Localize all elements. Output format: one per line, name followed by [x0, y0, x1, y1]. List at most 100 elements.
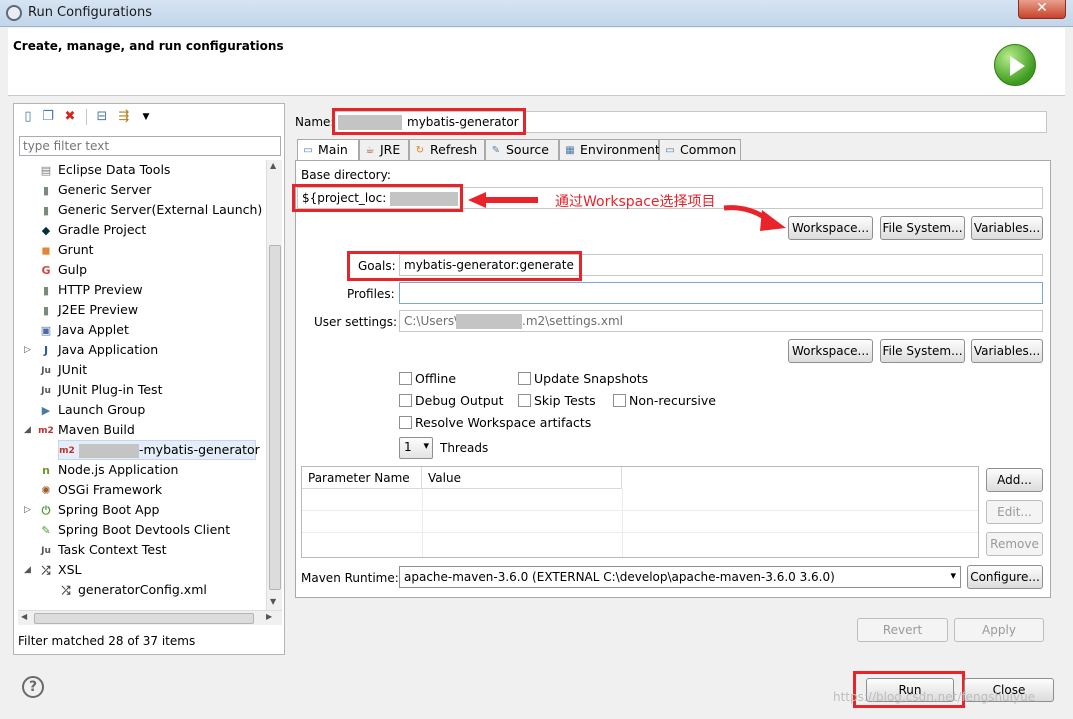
chevron-down-icon[interactable]: ▼	[138, 109, 154, 125]
maven-runtime-select[interactable]: apache-maven-3.6.0 (EXTERNAL C:\develop\…	[399, 566, 961, 588]
common-icon: ▭	[665, 144, 675, 156]
tree-item[interactable]: Ju JUnit Plug-in Test	[38, 380, 162, 400]
profiles-field[interactable]	[399, 282, 1043, 304]
param-name-header[interactable]: Parameter Name	[302, 467, 422, 489]
add-parameter-button[interactable]: Add...	[986, 468, 1043, 492]
tree-item[interactable]: ✎ Spring Boot Devtools Client	[38, 520, 230, 540]
duplicate-config-icon[interactable]: ❐	[40, 109, 56, 125]
spring-devtools-icon: ✎	[41, 523, 51, 537]
tab-common[interactable]: ▭ Common	[659, 139, 741, 160]
tree-item[interactable]: Ju JUnit	[38, 360, 87, 380]
scroll-up-icon[interactable]: ▲	[270, 161, 276, 170]
vertical-scroll-thumb[interactable]	[269, 245, 281, 590]
user-settings-suffix: .m2\settings.xml	[522, 314, 623, 328]
tree-item-label: JUnit Plug-in Test	[58, 382, 163, 397]
tree-item[interactable]: ▤ Eclipse Data Tools	[38, 160, 171, 180]
tree-item[interactable]: G Gulp	[38, 260, 87, 280]
tree-item[interactable]: Ju Task Context Test	[38, 540, 166, 560]
table-row	[302, 534, 978, 555]
variables-button[interactable]: Variables...	[971, 216, 1043, 240]
tree-item[interactable]: m2 Maven Build	[38, 420, 135, 440]
tree-item[interactable]: ▣ Java Applet	[38, 320, 129, 340]
base-directory-label: Base directory:	[301, 168, 391, 182]
highlight-base-directory	[292, 184, 463, 212]
tree-item-label: Grunt	[58, 242, 94, 257]
tree-vertical-scrollbar[interactable]: ▲ ▼	[266, 160, 282, 610]
tree-expander-icon[interactable]: ◢	[24, 420, 34, 440]
toolbar-divider	[86, 109, 87, 125]
workspace-button[interactable]: Workspace...	[788, 216, 873, 240]
tab-source[interactable]: ✎ Source	[485, 139, 559, 160]
tree-item[interactable]: ⤮ XSL	[38, 560, 82, 580]
delete-config-icon[interactable]: ✖	[62, 109, 78, 125]
tree-item-label: Generic Server(External Launch)	[58, 202, 263, 217]
filter-status: Filter matched 28 of 37 items	[18, 634, 196, 648]
help-icon[interactable]: ?	[22, 676, 44, 698]
scroll-right-icon[interactable]: ▶	[266, 612, 272, 621]
remove-parameter-button[interactable]: Remove	[986, 532, 1043, 556]
threads-select[interactable]: 1	[399, 437, 433, 459]
checkbox-box	[399, 416, 412, 429]
skip-tests-checkbox[interactable]: Skip Tests	[518, 393, 596, 408]
non-recursive-checkbox[interactable]: Non-recursive	[613, 393, 716, 408]
collapse-all-icon[interactable]: ⊟	[94, 109, 110, 125]
tree-item[interactable]: J Java Application	[38, 340, 158, 360]
window-title: Run Configurations	[28, 5, 152, 20]
nodejs-icon: n	[42, 463, 50, 477]
tree-item[interactable]: ✺ OSGi Framework	[38, 480, 162, 500]
file-system-button-2[interactable]: File System...	[880, 339, 965, 363]
header-banner: Create, manage, and run configurations	[8, 28, 1065, 96]
workspace-button-2[interactable]: Workspace...	[788, 339, 873, 363]
param-value-header[interactable]: Value	[422, 467, 622, 489]
tree-expander-icon[interactable]: ◢	[24, 560, 34, 580]
tree-horizontal-scrollbar[interactable]: ◀ ▶	[18, 610, 282, 625]
scroll-down-icon[interactable]: ▼	[270, 597, 276, 606]
user-settings-prefix: C:\Users\	[404, 314, 459, 328]
checkbox-box	[518, 372, 531, 385]
tree-expander-icon[interactable]: ▷	[24, 500, 34, 520]
tree-item[interactable]: ▮ Generic Server(External Launch)	[38, 200, 262, 220]
update-snapshots-checkbox[interactable]: Update Snapshots	[518, 371, 648, 386]
tree-item[interactable]: ▶ Launch Group	[38, 400, 146, 420]
tree-item[interactable]: ◼ Grunt	[38, 240, 94, 260]
filter-icon[interactable]: ⇶	[116, 109, 132, 125]
tab-environment[interactable]: ▦ Environment	[559, 139, 660, 160]
database-icon: ▤	[40, 163, 52, 177]
tree-item[interactable]: ▮ HTTP Preview	[38, 280, 143, 300]
edit-parameter-button[interactable]: Edit...	[986, 500, 1043, 524]
tree-expander-icon[interactable]: ▷	[24, 340, 34, 360]
tree-item[interactable]: ⤮ generatorConfig.xml	[58, 580, 207, 600]
window-close-button[interactable]: ✕	[1018, 0, 1066, 19]
tree-item-label: Maven Build	[58, 422, 135, 437]
file-system-button[interactable]: File System...	[880, 216, 965, 240]
tab-main[interactable]: ▭ Main	[297, 139, 359, 161]
tree-item[interactable]: ⏻ Spring Boot App	[38, 500, 160, 520]
config-tree-panel: ▯ ❐ ✖ ⊟ ⇶ ▼ ▤ Eclipse Data Tools ▮ Generic …	[13, 103, 285, 655]
tree-item[interactable]: ▮ J2EE Preview	[38, 300, 138, 320]
tree-item-label: XSL	[58, 562, 82, 577]
tree-item-label: Spring Boot App	[58, 502, 160, 517]
revert-button[interactable]: Revert	[857, 618, 948, 642]
tree-item[interactable]: ◆ Gradle Project	[38, 220, 147, 240]
tree-item[interactable]: ▮ Generic Server	[38, 180, 151, 200]
tree-item[interactable]: m2 -mybatis-generator	[58, 440, 260, 460]
tree-item-label: OSGi Framework	[58, 482, 163, 497]
tree-item-label: Gulp	[58, 262, 88, 277]
variables-button-2[interactable]: Variables...	[971, 339, 1043, 363]
user-settings-field[interactable]: C:\Users\ .m2\settings.xml	[399, 310, 1043, 332]
apply-button[interactable]: Apply	[954, 618, 1044, 642]
tab-refresh[interactable]: ↻ Refresh	[409, 139, 485, 160]
scroll-left-icon[interactable]: ◀	[21, 612, 27, 621]
tab-jre[interactable]: ☕ JRE	[359, 139, 409, 160]
configure-button[interactable]: Configure...	[967, 565, 1043, 589]
filter-input[interactable]	[19, 136, 281, 156]
parameters-table[interactable]: Parameter Name Value	[301, 466, 979, 558]
offline-checkbox[interactable]: Offline	[399, 371, 456, 386]
debug-output-checkbox[interactable]: Debug Output	[399, 393, 504, 408]
resolve-workspace-checkbox[interactable]: Resolve Workspace artifacts	[399, 415, 591, 430]
horizontal-scroll-thumb[interactable]	[34, 613, 254, 624]
tree-item-label: Java Application	[58, 342, 159, 357]
tree-item-label: Launch Group	[58, 402, 146, 417]
tree-item[interactable]: n Node.js Application	[38, 460, 178, 480]
new-config-icon[interactable]: ▯	[20, 109, 36, 125]
